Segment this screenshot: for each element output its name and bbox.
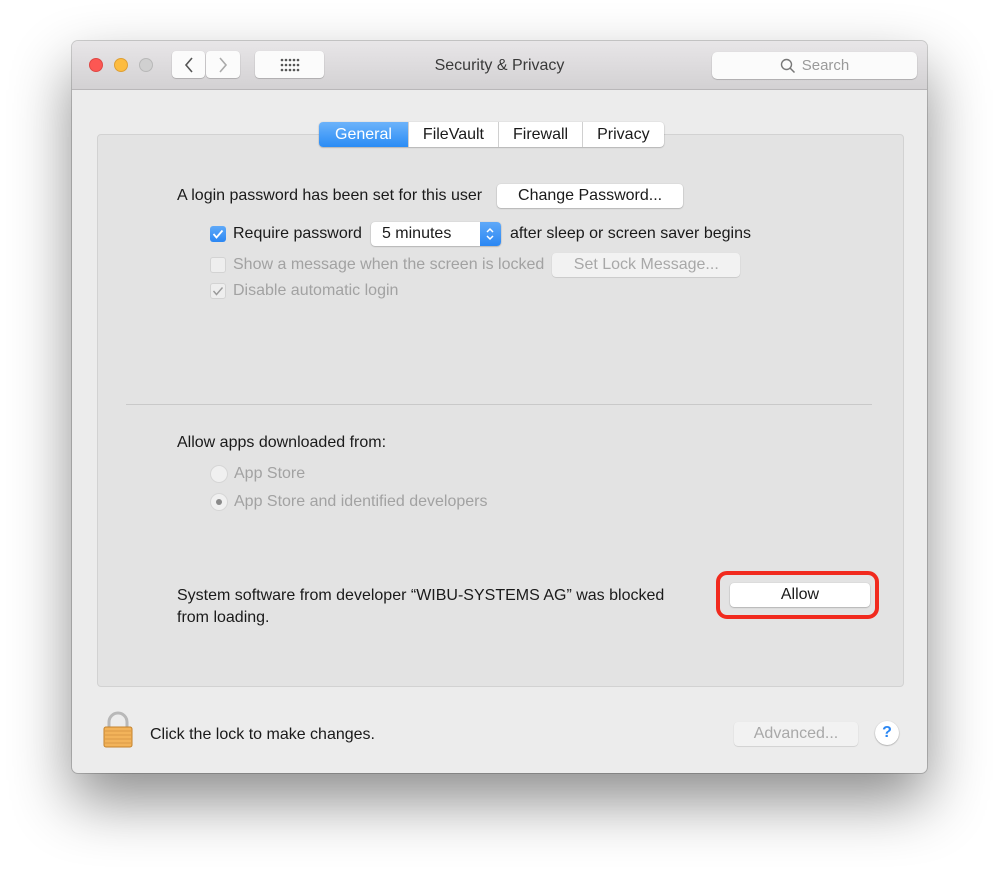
lock-text: Click the lock to make changes. [150,726,375,744]
checkmark-icon [212,287,224,296]
require-password-label: Require password [233,225,362,242]
login-password-text: A login password has been set for this u… [177,187,483,204]
search-placeholder: Search [801,57,850,74]
radio-identified-developers[interactable]: App Store and identified developers [210,493,488,511]
tab-filevault[interactable]: FileVault [407,122,498,147]
require-password-row: Require password 5 minutes after sleep o… [210,222,751,246]
blocked-software-message: System software from developer “WIBU-SYS… [177,585,664,629]
show-message-label: Show a message when the screen is locked [233,256,545,273]
lock-icon [103,711,133,748]
identified-developers-radio[interactable] [210,493,228,511]
title-bar: Security & Privacy Search [72,41,927,90]
password-delay-select[interactable]: 5 minutes [370,222,501,246]
app-store-label: App Store [234,465,306,482]
search-icon [780,58,795,73]
radio-app-store[interactable]: App Store [210,465,305,483]
set-lock-message-button[interactable]: Set Lock Message... [552,253,741,277]
require-password-checkbox[interactable] [210,226,226,242]
advanced-button[interactable]: Advanced... [734,722,858,746]
up-down-arrows-icon [479,222,501,246]
tab-bar: General FileVault Firewall Privacy [319,122,664,147]
checkmark-icon [212,229,224,239]
section-divider [126,404,872,405]
show-message-checkbox[interactable] [210,257,226,273]
login-password-row: A login password has been set for this u… [177,184,684,208]
tab-general[interactable]: General [319,122,408,147]
password-delay-value: 5 minutes [381,225,452,242]
blocked-message-line2: from loading. [177,609,270,626]
lock-button[interactable] [102,711,134,754]
disable-auto-login-row: Disable automatic login [210,282,398,300]
allow-apps-heading-text: Allow apps downloaded from: [177,434,387,451]
identified-developers-label: App Store and identified developers [234,493,488,510]
blocked-message-line1: System software from developer “WIBU-SYS… [177,587,665,604]
disable-auto-login-checkbox[interactable] [210,283,226,299]
after-sleep-text: after sleep or screen saver begins [509,225,751,242]
disable-auto-login-label: Disable automatic login [233,282,399,299]
tab-firewall[interactable]: Firewall [497,122,582,147]
change-password-button[interactable]: Change Password... [497,184,684,208]
help-button[interactable]: ? [875,721,899,745]
security-privacy-window: Security & Privacy Search General FileVa… [72,41,927,773]
lock-text-label: Click the lock to make changes. [150,726,375,743]
search-field[interactable]: Search [712,52,917,79]
tab-privacy[interactable]: Privacy [582,122,663,147]
show-message-row: Show a message when the screen is locked… [210,253,741,277]
allow-apps-heading: Allow apps downloaded from: [177,434,386,452]
allow-button-highlight [716,571,879,619]
app-store-radio[interactable] [210,465,228,483]
